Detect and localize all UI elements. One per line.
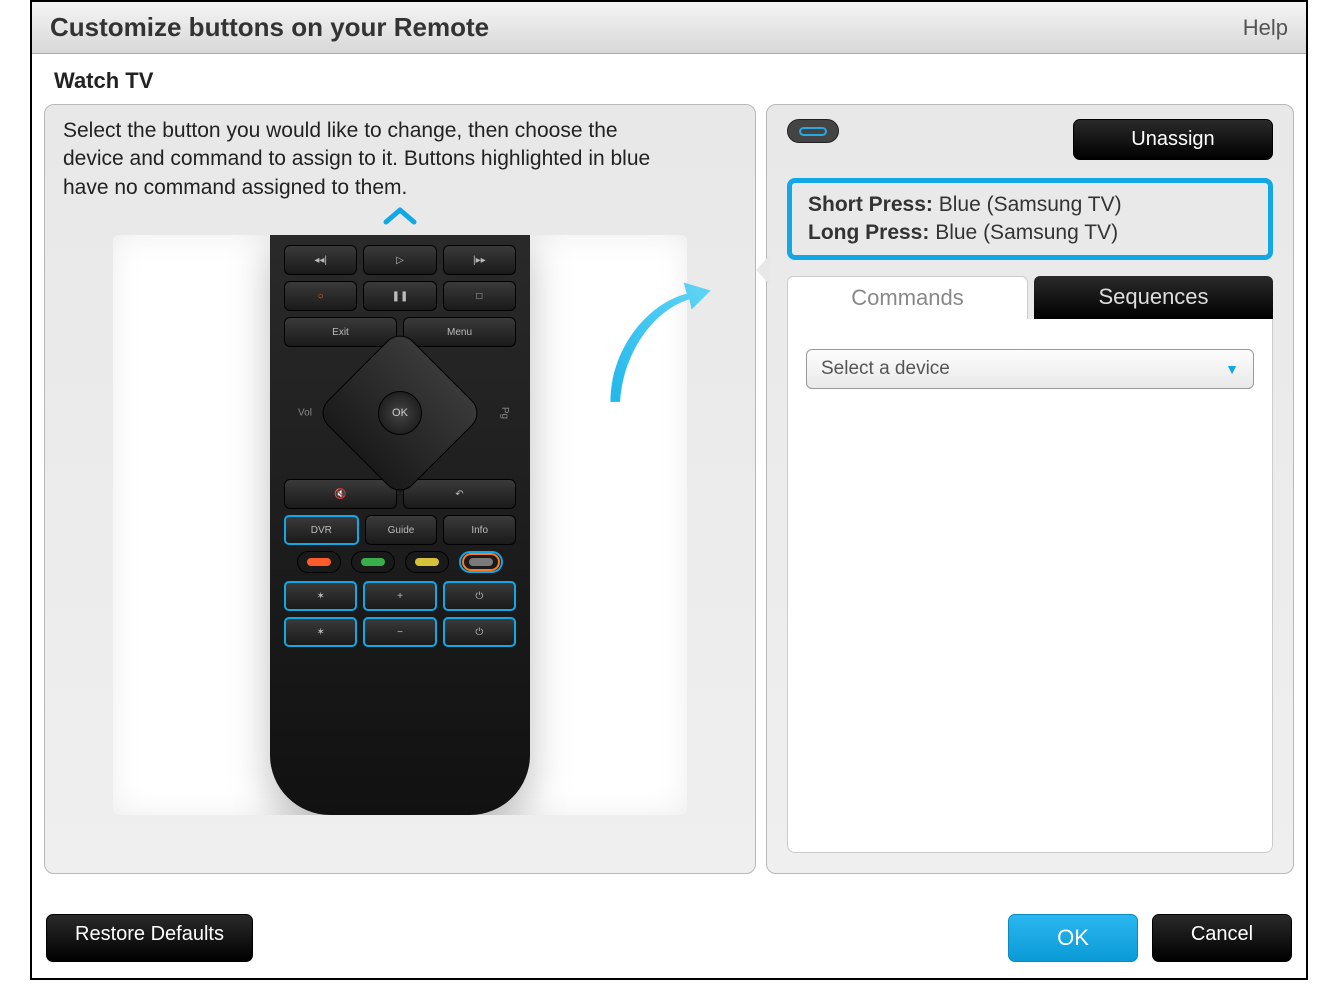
cancel-button[interactable]: Cancel	[1152, 914, 1292, 962]
panel-notch-icon	[766, 255, 784, 285]
restore-defaults-button[interactable]: Restore Defaults	[46, 914, 253, 962]
rewind-button[interactable]: ◂◂|	[284, 245, 357, 275]
unassign-button[interactable]: Unassign	[1073, 119, 1273, 160]
green-color-button[interactable]	[351, 551, 395, 573]
scroll-up-icon[interactable]	[63, 206, 737, 231]
device-select[interactable]: Select a device ▼	[806, 349, 1254, 389]
forward-button[interactable]: |▸▸	[443, 245, 516, 275]
guide-button[interactable]: Guide	[365, 515, 438, 545]
info-button[interactable]: Info	[443, 515, 516, 545]
tabs: Commands Sequences	[787, 276, 1273, 319]
light-b-button[interactable]: ✶	[284, 617, 357, 647]
tab-sequences[interactable]: Sequences	[1034, 276, 1273, 319]
remote-panel: Select the button you would like to chan…	[44, 104, 756, 874]
press-assignment-box: Short Press: Blue (Samsung TV) Long Pres…	[787, 178, 1273, 260]
record-button[interactable]: ○	[284, 281, 357, 311]
window-title: Customize buttons on your Remote	[50, 12, 489, 43]
ok-button-footer[interactable]: OK	[1008, 914, 1138, 962]
device-select-label: Select a device	[821, 358, 950, 380]
selected-button-indicator	[787, 119, 839, 143]
remote-body: ◂◂| ▷ |▸▸ ○ ❚❚ □ Exit Menu Vol OK	[270, 235, 530, 815]
help-link[interactable]: Help	[1243, 15, 1288, 41]
play-button[interactable]: ▷	[363, 245, 436, 275]
minus-button[interactable]: −	[363, 617, 436, 647]
blue-color-button[interactable]	[459, 551, 503, 573]
short-press-value: Blue (Samsung TV)	[939, 193, 1122, 216]
titlebar: Customize buttons on your Remote Help	[32, 2, 1306, 54]
content: Select the button you would like to chan…	[32, 104, 1306, 898]
tab-body: Select a device ▼	[787, 319, 1273, 853]
assignment-panel: Unassign Short Press: Blue (Samsung TV) …	[766, 104, 1294, 874]
long-press-label: Long Press:	[808, 221, 929, 244]
activity-name: Watch TV	[32, 54, 1306, 104]
footer: Restore Defaults OK Cancel	[32, 898, 1306, 978]
exit-button[interactable]: Exit	[284, 317, 397, 347]
plus-button[interactable]: +	[363, 581, 436, 611]
stop-button[interactable]: □	[443, 281, 516, 311]
vol-label: Vol	[290, 408, 320, 419]
back-button[interactable]: ↶	[403, 479, 516, 509]
pg-label: Pg	[480, 407, 510, 419]
socket-a-button[interactable]: ⏻	[443, 581, 516, 611]
dvr-button[interactable]: DVR	[284, 515, 359, 545]
dpad[interactable]: Vol OK Pg	[284, 353, 516, 473]
remote-stage: ◂◂| ▷ |▸▸ ○ ❚❚ □ Exit Menu Vol OK	[113, 235, 687, 815]
light-a-button[interactable]: ✶	[284, 581, 357, 611]
pause-button[interactable]: ❚❚	[363, 281, 436, 311]
instructions-text: Select the button you would like to chan…	[63, 117, 683, 202]
menu-button[interactable]: Menu	[403, 317, 516, 347]
caret-down-icon: ▼	[1225, 361, 1239, 377]
yellow-color-button[interactable]	[405, 551, 449, 573]
tab-commands[interactable]: Commands	[787, 276, 1028, 319]
short-press-label: Short Press:	[808, 193, 933, 216]
long-press-value: Blue (Samsung TV)	[935, 221, 1118, 244]
mute-button[interactable]: 🔇	[284, 479, 397, 509]
ok-button[interactable]: OK	[378, 391, 422, 435]
socket-b-button[interactable]: ⏻	[443, 617, 516, 647]
red-color-button[interactable]	[297, 551, 341, 573]
